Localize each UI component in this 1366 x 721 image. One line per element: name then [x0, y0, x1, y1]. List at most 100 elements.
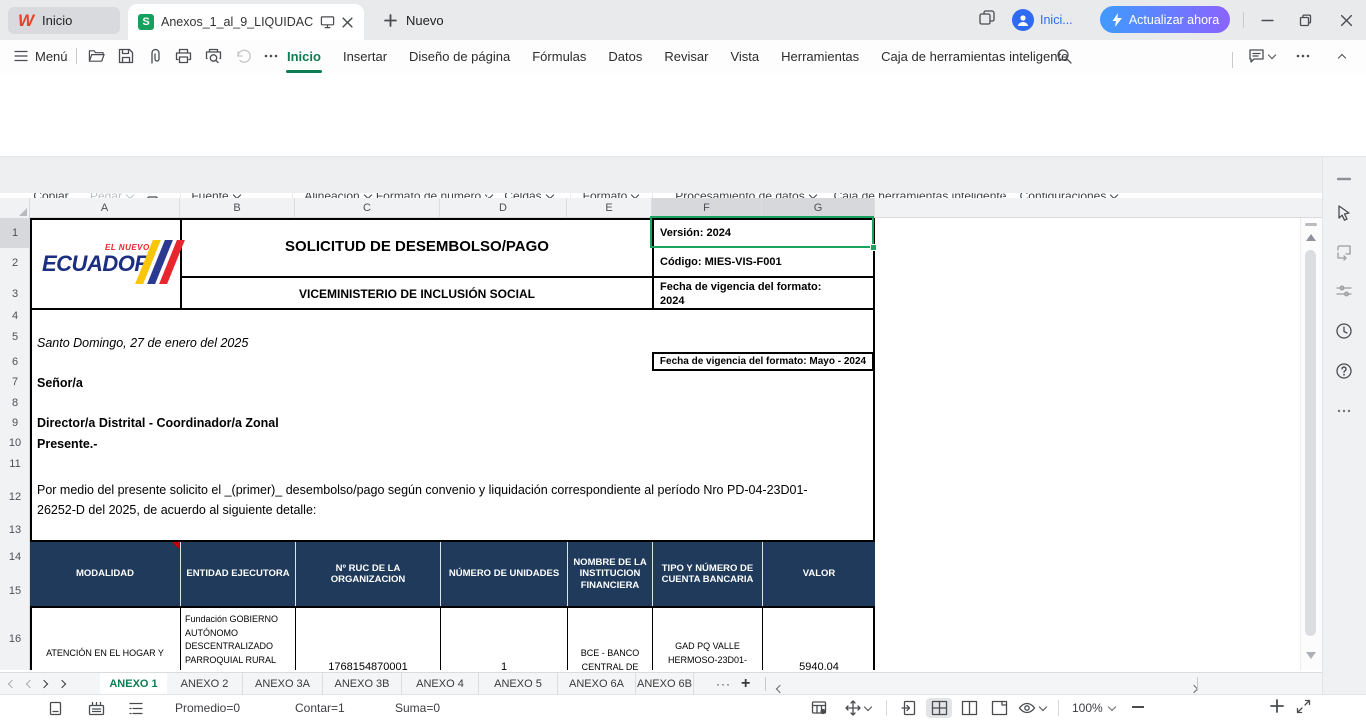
search-button[interactable] — [1056, 40, 1073, 72]
split-handle[interactable] — [1305, 223, 1317, 226]
menu-item-2[interactable]: Diseño de página — [398, 41, 521, 73]
row-header-15[interactable]: 15 — [0, 574, 30, 607]
reading-mode-button[interactable] — [1018, 698, 1047, 718]
macro-record-icon[interactable] — [88, 701, 105, 716]
menu-item-8[interactable]: Caja de herramientas inteligente — [870, 41, 1079, 73]
cursor-select-icon[interactable] — [1333, 202, 1355, 224]
main-menu-button[interactable]: Menú — [14, 40, 68, 72]
next-sheet-icon[interactable] — [42, 680, 50, 688]
collapse-ribbon-icon[interactable] — [1338, 40, 1346, 72]
row-header-1[interactable]: 1 — [0, 218, 30, 248]
close-window-button[interactable] — [1331, 5, 1361, 35]
update-now-button[interactable]: Actualizar ahora — [1100, 6, 1230, 33]
zoom-out-icon[interactable] — [1132, 706, 1144, 708]
table-cell-ruc[interactable]: 1768154870001 — [295, 608, 440, 670]
adjust-settings-icon[interactable] — [1333, 280, 1355, 302]
sheet-tab-3[interactable]: ANEXO 3B — [323, 673, 402, 695]
outline-icon[interactable] — [128, 701, 144, 716]
account-button[interactable]: Inici... — [1012, 9, 1078, 31]
scroll-up-icon[interactable] — [1306, 234, 1316, 241]
prev-sheet-icon[interactable] — [24, 680, 32, 688]
menu-item-0[interactable]: Inicio — [276, 41, 332, 73]
row-header-5[interactable]: 5 — [0, 322, 30, 352]
view-page-layout-icon[interactable] — [926, 698, 952, 718]
table-cell-cuenta[interactable]: GAD PQ VALLE HERMOSO-23D01- — [652, 608, 762, 670]
column-header-D[interactable]: D — [440, 198, 567, 218]
panel-collapse-icon[interactable] — [1333, 168, 1355, 190]
row-header-3[interactable]: 3 — [0, 278, 30, 310]
last-sheet-icon[interactable] — [60, 680, 68, 688]
help-icon[interactable] — [1333, 360, 1355, 382]
table-cell-entidad[interactable]: Fundación GOBIERNO AUTÓNOMO DESCENTRALIZ… — [180, 608, 295, 670]
row-header-14[interactable]: 14 — [0, 540, 30, 574]
table-cell-unidades[interactable]: 1 — [440, 608, 567, 670]
comments-button[interactable] — [1248, 40, 1276, 72]
menu-item-1[interactable]: Insertar — [332, 41, 398, 73]
sheet-tab-1[interactable]: ANEXO 2 — [167, 673, 243, 695]
loop-region-icon[interactable] — [1333, 241, 1355, 263]
home-tab-button[interactable]: W Inicio — [8, 7, 120, 34]
select-all-corner[interactable] — [0, 198, 30, 218]
row-header-10[interactable]: 10 — [0, 433, 30, 453]
column-header-E[interactable]: E — [567, 198, 652, 218]
panel-more-icon[interactable] — [1333, 400, 1355, 422]
sheet-tab-7[interactable]: ANEXO 6B — [636, 673, 694, 695]
column-header-F[interactable]: F — [652, 198, 762, 218]
row-header-13[interactable]: 13 — [0, 519, 30, 540]
undo-icon[interactable] — [235, 49, 251, 64]
sheet-tab-4[interactable]: ANEXO 4 — [402, 673, 479, 695]
menu-item-3[interactable]: Fórmulas — [521, 41, 597, 73]
table-cell-modalidad[interactable]: ATENCIÓN EN EL HOGAR Y — [30, 608, 180, 670]
row-header-11[interactable]: 11 — [0, 453, 30, 475]
row-header-12[interactable]: 12 — [0, 475, 30, 519]
view-page-break-icon[interactable] — [986, 698, 1012, 718]
table-tools-icon[interactable] — [806, 698, 832, 718]
add-sheet-button[interactable]: + — [741, 675, 750, 693]
restore-button[interactable] — [1290, 5, 1320, 35]
sheet-tab-0[interactable]: ANEXO 1 — [100, 673, 167, 695]
fullscreen-icon[interactable] — [1296, 699, 1311, 714]
menu-item-6[interactable]: Vista — [719, 41, 770, 73]
menu-item-7[interactable]: Herramientas — [770, 41, 870, 73]
row-header-4[interactable]: 4 — [0, 310, 30, 322]
menu-item-4[interactable]: Datos — [597, 41, 653, 73]
zoom-level-button[interactable]: 100% — [1072, 698, 1116, 718]
save-icon[interactable] — [118, 48, 134, 64]
row-header-7[interactable]: 7 — [0, 371, 30, 393]
more-sheets-button[interactable]: ··· — [716, 677, 731, 691]
column-header-C[interactable]: C — [295, 198, 440, 218]
menu-item-5[interactable]: Revisar — [653, 41, 719, 73]
view-normal-icon[interactable] — [896, 698, 922, 718]
view-split-icon[interactable] — [956, 698, 982, 718]
row-header-9[interactable]: 9 — [0, 412, 30, 433]
hscroll-left-icon[interactable] — [774, 685, 782, 693]
sheet-tab-5[interactable]: ANEXO 5 — [479, 673, 558, 695]
row-header-2[interactable]: 2 — [0, 248, 30, 278]
scroll-down-icon[interactable] — [1306, 652, 1316, 659]
zoom-in-icon[interactable] — [1270, 699, 1284, 713]
fill-handle[interactable] — [870, 244, 877, 251]
row-header-16[interactable]: 16 — [0, 607, 30, 670]
close-document-icon[interactable] — [342, 17, 353, 28]
first-sheet-icon[interactable] — [6, 680, 14, 688]
new-tab-button[interactable]: Nuevo — [376, 7, 452, 34]
row-header-8[interactable]: 8 — [0, 393, 30, 412]
print-preview-icon[interactable] — [205, 48, 222, 64]
more-menu-icon[interactable] — [1296, 40, 1310, 72]
cell-mode-icon[interactable] — [48, 701, 63, 716]
monitor-icon[interactable] — [320, 15, 335, 29]
export-icon[interactable] — [147, 48, 162, 64]
sheet-tab-6[interactable]: ANEXO 6A — [558, 673, 636, 695]
table-cell-institucion[interactable]: BCE - BANCO CENTRAL DE — [567, 608, 652, 670]
minimize-button[interactable] — [1252, 5, 1282, 35]
open-icon[interactable] — [88, 48, 105, 64]
column-header-G[interactable]: G — [762, 198, 875, 218]
column-header-B[interactable]: B — [180, 198, 295, 218]
history-icon[interactable] — [1333, 320, 1355, 342]
vertical-scroll-thumb[interactable] — [1305, 250, 1316, 636]
pan-mode-button[interactable] — [845, 698, 872, 718]
window-switcher-icon[interactable] — [978, 9, 996, 27]
document-tab[interactable]: S Anexos_1_al_9_LIQUIDACIONE — [128, 4, 364, 40]
table-cell-valor[interactable]: 5940.04 — [762, 608, 875, 670]
sheet-tab-2[interactable]: ANEXO 3A — [243, 673, 323, 695]
